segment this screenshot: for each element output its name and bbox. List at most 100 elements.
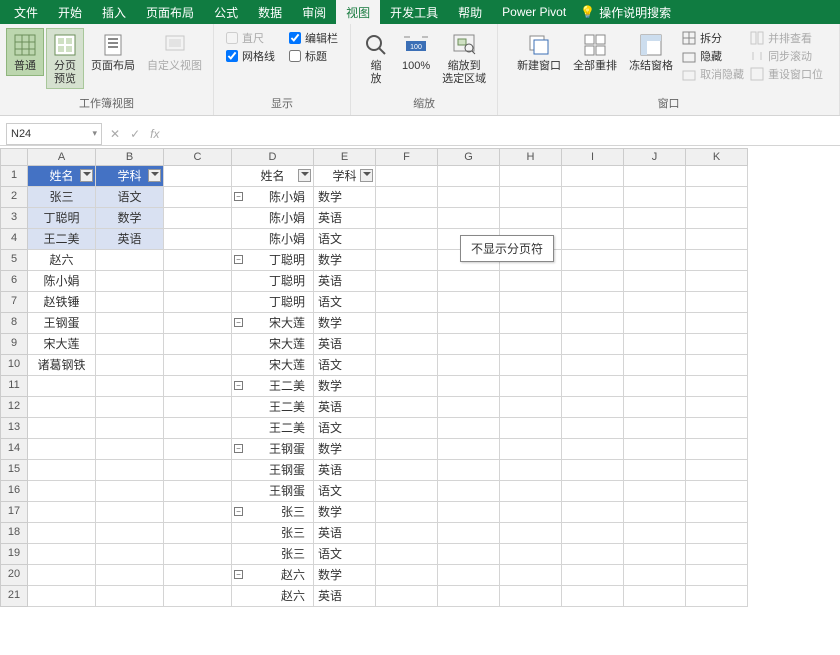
cell-B1[interactable]: 学科 xyxy=(96,166,164,187)
cell-B14[interactable] xyxy=(96,439,164,460)
cell-F15[interactable] xyxy=(376,460,438,481)
menu-tab-10[interactable]: Power Pivot xyxy=(492,1,576,23)
col-header-D[interactable]: D xyxy=(232,148,314,166)
col-header-J[interactable]: J xyxy=(624,148,686,166)
cell-E16[interactable]: 语文 xyxy=(314,481,376,502)
cell-E11[interactable]: 数学 xyxy=(314,376,376,397)
cell-D3[interactable]: 陈小娟 xyxy=(232,208,314,229)
cell-C7[interactable] xyxy=(164,292,232,313)
cell-K8[interactable] xyxy=(686,313,748,334)
cell-D20[interactable]: 赵六− xyxy=(232,565,314,586)
cell-A11[interactable] xyxy=(28,376,96,397)
menu-tab-3[interactable]: 页面布局 xyxy=(136,0,204,25)
cell-J21[interactable] xyxy=(624,586,686,607)
cell-F8[interactable] xyxy=(376,313,438,334)
row-header-5[interactable]: 5 xyxy=(0,250,28,271)
side-by-side-button[interactable]: 并排查看 xyxy=(750,30,823,46)
cell-H6[interactable] xyxy=(500,271,562,292)
cell-J8[interactable] xyxy=(624,313,686,334)
col-header-E[interactable]: E xyxy=(314,148,376,166)
cell-E9[interactable]: 英语 xyxy=(314,334,376,355)
menu-tab-8[interactable]: 开发工具 xyxy=(380,0,448,25)
filter-icon[interactable] xyxy=(360,169,373,182)
cell-K9[interactable] xyxy=(686,334,748,355)
filter-icon[interactable] xyxy=(298,169,311,182)
cell-E2[interactable]: 数学 xyxy=(314,187,376,208)
cell-C6[interactable] xyxy=(164,271,232,292)
cell-F7[interactable] xyxy=(376,292,438,313)
cell-B2[interactable]: 语文 xyxy=(96,187,164,208)
cell-F3[interactable] xyxy=(376,208,438,229)
cell-G6[interactable] xyxy=(438,271,500,292)
cell-F5[interactable] xyxy=(376,250,438,271)
row-header-18[interactable]: 18 xyxy=(0,523,28,544)
row-header-20[interactable]: 20 xyxy=(0,565,28,586)
reset-window-button[interactable]: 重设窗口位 xyxy=(750,66,823,82)
cell-G17[interactable] xyxy=(438,502,500,523)
cell-K7[interactable] xyxy=(686,292,748,313)
cell-H17[interactable] xyxy=(500,502,562,523)
cell-F9[interactable] xyxy=(376,334,438,355)
cell-K14[interactable] xyxy=(686,439,748,460)
cell-D16[interactable]: 王钢蛋 xyxy=(232,481,314,502)
cell-K3[interactable] xyxy=(686,208,748,229)
cell-K21[interactable] xyxy=(686,586,748,607)
cell-K1[interactable] xyxy=(686,166,748,187)
cell-F1[interactable] xyxy=(376,166,438,187)
cell-G14[interactable] xyxy=(438,439,500,460)
col-header-C[interactable]: C xyxy=(164,148,232,166)
cancel-icon[interactable]: ✕ xyxy=(110,127,120,141)
hide-button[interactable]: 隐藏 xyxy=(682,48,744,64)
cell-I2[interactable] xyxy=(562,187,624,208)
cell-B17[interactable] xyxy=(96,502,164,523)
cell-J4[interactable] xyxy=(624,229,686,250)
cell-D13[interactable]: 王二美 xyxy=(232,418,314,439)
cell-E8[interactable]: 数学 xyxy=(314,313,376,334)
cell-F16[interactable] xyxy=(376,481,438,502)
cell-A14[interactable] xyxy=(28,439,96,460)
cell-B9[interactable] xyxy=(96,334,164,355)
cell-G20[interactable] xyxy=(438,565,500,586)
cell-J13[interactable] xyxy=(624,418,686,439)
menu-tab-6[interactable]: 审阅 xyxy=(292,0,336,25)
row-header-1[interactable]: 1 xyxy=(0,166,28,187)
cell-E1[interactable]: 学科 xyxy=(314,166,376,187)
cell-K4[interactable] xyxy=(686,229,748,250)
cell-H1[interactable] xyxy=(500,166,562,187)
row-header-21[interactable]: 21 xyxy=(0,586,28,607)
cell-H12[interactable] xyxy=(500,397,562,418)
cell-C20[interactable] xyxy=(164,565,232,586)
cell-A7[interactable]: 赵铁锤 xyxy=(28,292,96,313)
cell-H20[interactable] xyxy=(500,565,562,586)
cell-H3[interactable] xyxy=(500,208,562,229)
cell-G21[interactable] xyxy=(438,586,500,607)
col-header-A[interactable]: A xyxy=(28,148,96,166)
cell-A19[interactable] xyxy=(28,544,96,565)
cell-A13[interactable] xyxy=(28,418,96,439)
cell-I6[interactable] xyxy=(562,271,624,292)
cell-E20[interactable]: 数学 xyxy=(314,565,376,586)
cell-B13[interactable] xyxy=(96,418,164,439)
collapse-icon[interactable]: − xyxy=(234,318,243,327)
cell-B3[interactable]: 数学 xyxy=(96,208,164,229)
cell-J3[interactable] xyxy=(624,208,686,229)
cell-I10[interactable] xyxy=(562,355,624,376)
row-header-19[interactable]: 19 xyxy=(0,544,28,565)
cell-K10[interactable] xyxy=(686,355,748,376)
cell-I7[interactable] xyxy=(562,292,624,313)
cell-F10[interactable] xyxy=(376,355,438,376)
cell-B11[interactable] xyxy=(96,376,164,397)
page-layout-button[interactable]: 页面布局 xyxy=(86,28,140,76)
collapse-icon[interactable]: − xyxy=(234,192,243,201)
cell-I11[interactable] xyxy=(562,376,624,397)
col-header-H[interactable]: H xyxy=(500,148,562,166)
cell-C8[interactable] xyxy=(164,313,232,334)
cell-G19[interactable] xyxy=(438,544,500,565)
cell-C1[interactable] xyxy=(164,166,232,187)
cell-C19[interactable] xyxy=(164,544,232,565)
cell-E3[interactable]: 英语 xyxy=(314,208,376,229)
cell-F13[interactable] xyxy=(376,418,438,439)
cell-B15[interactable] xyxy=(96,460,164,481)
cell-G12[interactable] xyxy=(438,397,500,418)
cell-F21[interactable] xyxy=(376,586,438,607)
